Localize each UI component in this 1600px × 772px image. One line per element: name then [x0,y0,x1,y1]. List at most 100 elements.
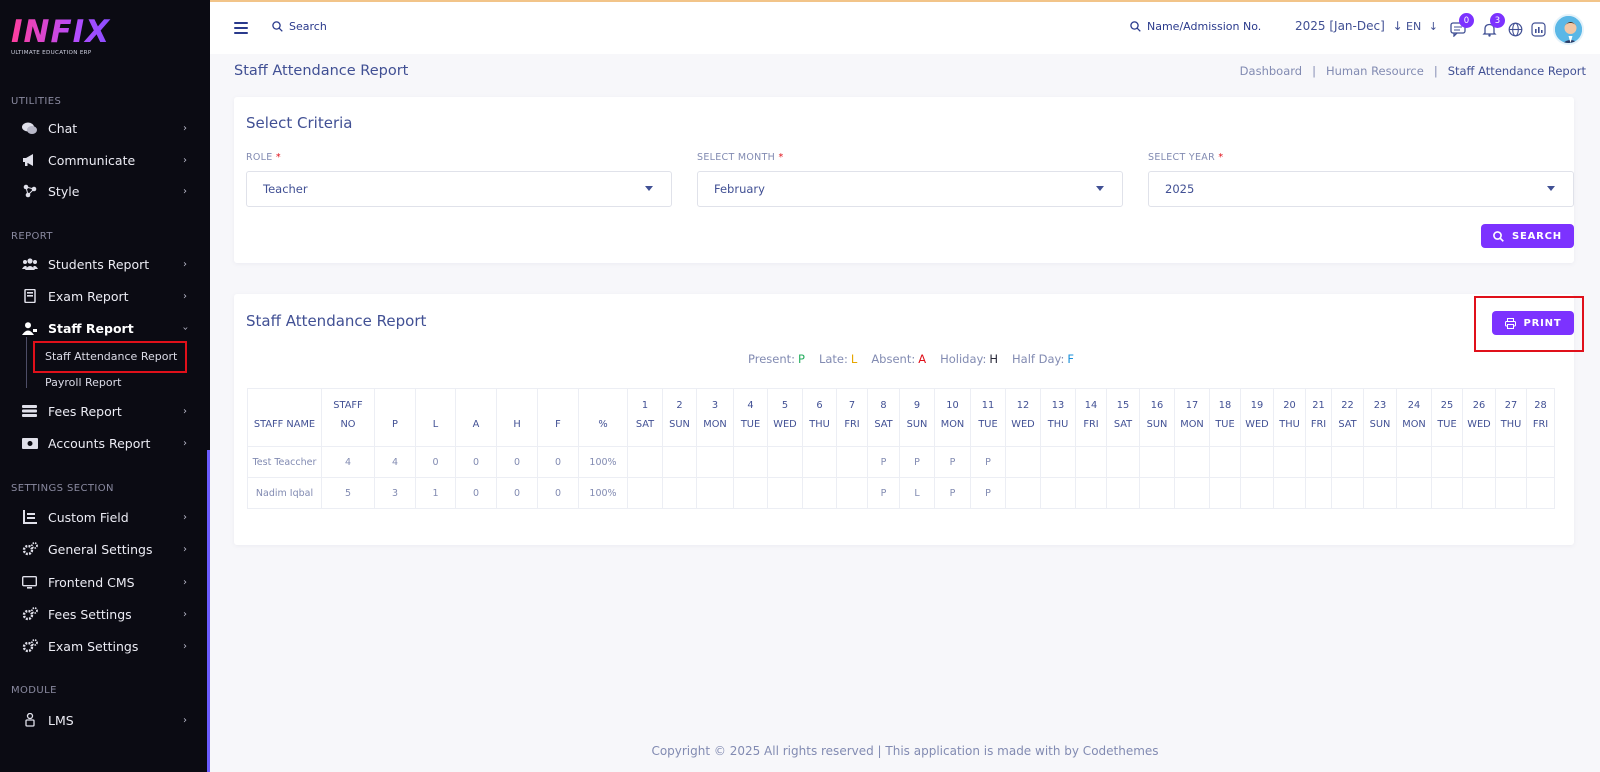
day-number: 26 [1472,400,1486,411]
admission-search-input[interactable] [1147,20,1287,33]
cell-pct: 100% [578,477,628,509]
dashboard-stats-button[interactable] [1529,20,1547,38]
attendance-cell: P [899,446,935,478]
day-column-header: 10 MON [934,388,971,447]
chevron-right-icon: › [183,437,187,449]
attendance-cell: P [970,446,1006,478]
sidebar-label-chat: Chat [48,120,78,136]
cell-no: 4 [321,446,375,478]
year-select[interactable]: 2025 [1148,171,1574,207]
day-column-header: 15 SAT [1106,388,1140,447]
criteria-title: Select Criteria [246,114,353,132]
chart-icon [1530,21,1546,37]
day-number: 2 [676,400,683,411]
sidebar-item-lms[interactable]: LMS › [0,708,206,732]
role-select[interactable]: Teacher [246,171,672,207]
footer-copyright: Copyright © 2025 All rights reserved | T… [651,744,1159,758]
search-button-label: SEARCH [1512,230,1562,242]
day-number: 8 [880,400,887,411]
search-icon [272,21,283,32]
role-label: ROLE * [246,152,281,163]
sidebar-item-frontend-cms[interactable]: Frontend CMS › [0,570,206,594]
cell-no: 5 [321,477,375,509]
section-title-utilities: UTILITIES [11,96,62,107]
breadcrumb-human-resource[interactable]: Human Resource [1326,64,1424,78]
month-select[interactable]: February [697,171,1123,207]
language-select[interactable]: EN ↓ [1406,20,1438,33]
breadcrumb-separator: | [1312,64,1316,78]
legend-code: A [918,352,927,366]
sidebar-item-staff-report[interactable]: Staff Report › [0,316,206,340]
sidebar-item-students-report[interactable]: Students Report › [0,252,206,276]
day-column-header: 7 FRI [836,388,868,447]
sidebar-item-exam-report[interactable]: Exam Report › [0,284,206,308]
attendance-cell [1495,477,1527,509]
column-header: P [374,388,416,447]
attendance-cell: P [970,477,1006,509]
menu-toggle-icon[interactable] [234,22,248,34]
day-weekday: SUN [1146,419,1168,430]
attendance-cell [1106,477,1140,509]
notification-button[interactable]: 3 [1480,13,1505,38]
academic-year-select[interactable]: 2025 [Jan-Dec] ↓ [1295,19,1403,33]
sidebar-item-exam-settings[interactable]: Exam Settings › [0,634,206,658]
day-weekday: FRI [1310,419,1327,430]
day-weekday: SAT [635,419,655,430]
table-row: Test Teaccher 4 4 0 0 0 0 100% P P P P [247,446,1555,478]
year-label-text: SELECT YEAR [1148,152,1215,163]
sidebar-item-style[interactable]: Style › [0,179,206,203]
attendance-cell [1396,477,1432,509]
sidebar-subitem-payroll-report[interactable]: Payroll Report [45,376,121,389]
day-number: 13 [1051,400,1065,411]
column-header: STAFF NO [321,388,375,447]
attendance-cell [1273,446,1306,478]
attendance-cell: P [867,446,900,478]
search-input[interactable] [289,20,439,33]
sidebar-scrollbar[interactable] [207,450,210,772]
month-select-value: February [714,182,765,196]
custom-field-icon [21,509,38,526]
sidebar-item-general-settings[interactable]: General Settings › [0,537,206,561]
day-weekday: THU [1500,419,1522,430]
avatar[interactable] [1553,14,1584,45]
attendance-cell [1240,446,1274,478]
sidebar-item-communicate[interactable]: Communicate › [0,148,206,172]
chevron-down-icon: › [179,326,191,330]
day-weekday: SAT [1338,419,1357,430]
day-column-header: 26 WED [1462,388,1496,447]
attendance-cell [1363,446,1397,478]
day-number: 9 [913,400,921,411]
cell-pct: 100% [578,446,628,478]
search-icon [1130,21,1141,32]
sidebar-label-accounts-report: Accounts Report [48,435,151,451]
attendance-cell [1075,477,1107,509]
sidebar-item-chat[interactable]: Chat › [0,116,206,140]
search-button[interactable]: SEARCH [1481,224,1574,248]
sidebar-label-style: Style [48,183,80,199]
chat-notification-button[interactable]: 0 [1449,13,1474,38]
day-column-header: 22 SAT [1331,388,1364,447]
chevron-right-icon: › [183,154,187,166]
day-weekday: MON [1402,419,1426,430]
chevron-right-icon: › [183,543,187,555]
sidebar-item-fees-report[interactable]: Fees Report › [0,399,206,423]
app-logo[interactable]: INFIX ULTIMATE EDUCATION ERP [11,15,121,60]
legend-label: Present: [748,352,796,366]
day-weekday: MON [703,419,727,430]
sidebar-item-custom-field[interactable]: Custom Field › [0,505,206,529]
attendance-cell [1040,477,1076,509]
day-number: 27 [1504,400,1518,411]
attendance-cell [627,477,663,509]
day-weekday: FRI [1083,419,1099,430]
breadcrumb-dashboard[interactable]: Dashboard [1240,64,1302,78]
day-number: 14 [1084,400,1098,411]
attendance-cell: P [934,446,971,478]
day-column-header: 14 FRI [1075,388,1107,447]
attendance-cell [836,446,868,478]
website-button[interactable] [1506,20,1524,38]
chevron-right-icon: › [183,714,187,726]
day-column-header: 20 THU [1273,388,1306,447]
sidebar-item-accounts-report[interactable]: Accounts Report › [0,431,206,455]
day-column-header: 17 MON [1174,388,1210,447]
sidebar-item-fees-settings[interactable]: Fees Settings › [0,602,206,626]
